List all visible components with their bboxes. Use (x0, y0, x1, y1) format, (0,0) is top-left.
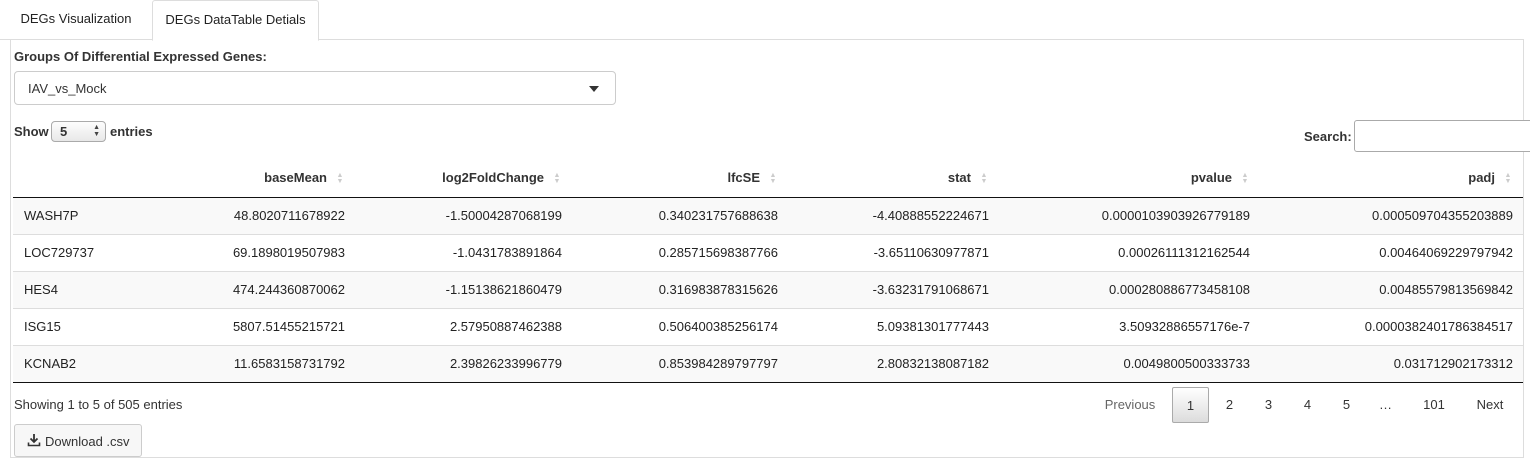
column-header-log2foldchange[interactable]: log2FoldChange ▲ ▼ (355, 159, 572, 198)
cell-padj: 0.00464069229797942 (1260, 233, 1523, 271)
page-ellipsis: … (1379, 397, 1392, 412)
sort-icon: ▲ ▼ (980, 171, 988, 185)
column-header-label: log2FoldChange (442, 170, 544, 186)
cell-lfcse: 0.340231757688638 (572, 197, 788, 234)
column-header-padj[interactable]: padj ▲ ▼ (1260, 159, 1523, 198)
previous-page-button[interactable]: Previous (1093, 387, 1167, 423)
sort-icon: ▲ ▼ (769, 171, 777, 185)
cell-log2foldchange: -1.50004287068199 (355, 197, 572, 234)
group-select[interactable]: IAV_vs_Mock (14, 71, 616, 105)
cell-pvalue: 0.0049800500333733 (999, 344, 1260, 383)
cell-basemean: 474.244360870062 (123, 270, 355, 308)
sort-icon: ▲ ▼ (336, 171, 344, 185)
table-info: Showing 1 to 5 of 505 entries (14, 397, 183, 412)
cell-pvalue: 3.50932886557176e-7 (999, 307, 1260, 345)
cell-gene: KCNAB2 (13, 344, 123, 383)
page-button-101[interactable]: 101 (1414, 387, 1454, 423)
cell-padj: 0.0000382401786384517 (1260, 307, 1523, 345)
pagination: Previous 1 2 3 4 5 … 101 Next (1093, 387, 1523, 423)
deg-table: baseMean ▲ ▼ log2FoldChange ▲ ▼ lfcSE ▲ ▼ stat… (13, 159, 1523, 383)
group-select-value: IAV_vs_Mock (28, 81, 107, 96)
column-header-label: stat (947, 170, 971, 186)
cell-basemean: 69.1898019507983 (123, 233, 355, 271)
group-select-label: Groups Of Differential Expressed Genes: (14, 49, 267, 64)
column-header-gene[interactable] (13, 159, 123, 198)
search-input[interactable] (1354, 120, 1530, 152)
cell-basemean: 48.8020711678922 (123, 197, 355, 234)
length-suffix: entries (110, 124, 153, 139)
tab-bar: DEGs Visualization DEGs DataTable Detial… (0, 0, 1524, 41)
column-header-pvalue[interactable]: pvalue ▲ ▼ (999, 159, 1260, 198)
table-row: HES4 474.244360870062 -1.15138621860479 … (13, 270, 1523, 308)
page-button-5[interactable]: 5 (1328, 387, 1365, 423)
cell-basemean: 5807.51455215721 (123, 307, 355, 345)
column-header-basemean[interactable]: baseMean ▲ ▼ (123, 159, 355, 198)
sort-icon: ▲ ▼ (1241, 171, 1249, 185)
caret-down-icon (589, 86, 599, 92)
cell-log2foldchange: -1.15138621860479 (355, 270, 572, 308)
column-header-label: padj (1468, 170, 1495, 186)
download-csv-label: Download .csv (45, 434, 130, 449)
cell-gene: ISG15 (13, 307, 123, 345)
table-row: LOC729737 69.1898019507983 -1.0431783891… (13, 233, 1523, 271)
cell-padj: 0.00485579813569842 (1260, 270, 1523, 308)
cell-lfcse: 0.285715698387766 (572, 233, 788, 271)
tab-degs-datatable-details[interactable]: DEGs DataTable Detials (152, 0, 319, 41)
page-button-2[interactable]: 2 (1211, 387, 1248, 423)
cell-lfcse: 0.853984289797797 (572, 344, 788, 383)
download-icon (27, 434, 41, 447)
cell-padj: 0.000509704355203889 (1260, 197, 1523, 234)
cell-lfcse: 0.316983878315626 (572, 270, 788, 308)
cell-stat: -4.40888552224671 (788, 197, 999, 234)
sort-icon: ▲ ▼ (553, 171, 561, 185)
cell-gene: HES4 (13, 270, 123, 308)
table-header-row: baseMean ▲ ▼ log2FoldChange ▲ ▼ lfcSE ▲ ▼ stat… (13, 159, 1523, 198)
column-header-stat[interactable]: stat ▲ ▼ (788, 159, 999, 198)
cell-stat: 5.09381301777443 (788, 307, 999, 345)
cell-pvalue: 0.0000103903926779189 (999, 197, 1260, 234)
page-button-1[interactable]: 1 (1172, 387, 1209, 423)
table-row: ISG15 5807.51455215721 2.57950887462388 … (13, 307, 1523, 345)
page-button-4[interactable]: 4 (1289, 387, 1326, 423)
column-header-lfcse[interactable]: lfcSE ▲ ▼ (572, 159, 788, 198)
search-label: Search: (1304, 129, 1352, 144)
page-length-value: 5 (60, 124, 68, 139)
download-csv-button[interactable]: Download .csv (14, 424, 142, 457)
cell-pvalue: 0.000280886773458108 (999, 270, 1260, 308)
page-button-3[interactable]: 3 (1250, 387, 1287, 423)
tab-degs-visualization[interactable]: DEGs Visualization (0, 0, 152, 40)
column-header-label: pvalue (1190, 170, 1232, 186)
cell-lfcse: 0.506400385256174 (572, 307, 788, 345)
table-row: WASH7P 48.8020711678922 -1.5000428706819… (13, 197, 1523, 234)
cell-gene: LOC729737 (13, 233, 123, 271)
cell-stat: 2.80832138087182 (788, 344, 999, 383)
cell-log2foldchange: 2.57950887462388 (355, 307, 572, 345)
length-prefix: Show (14, 124, 49, 139)
cell-log2foldchange: -1.0431783891864 (355, 233, 572, 271)
next-page-button[interactable]: Next (1467, 387, 1513, 423)
cell-gene: WASH7P (13, 197, 123, 234)
sort-icon: ▲ ▼ (1504, 171, 1512, 185)
column-header-label: baseMean (264, 170, 327, 186)
cell-basemean: 11.6583158731792 (123, 344, 355, 383)
column-header-label: lfcSE (727, 170, 760, 186)
cell-log2foldchange: 2.39826233996779 (355, 344, 572, 383)
cell-stat: -3.63231791068671 (788, 270, 999, 308)
table-row: KCNAB2 11.6583158731792 2.39826233996779… (13, 344, 1523, 383)
updown-arrows-icon: ▲ ▼ (93, 124, 100, 138)
page-length-select[interactable]: 5 ▲ ▼ (51, 121, 106, 142)
cell-stat: -3.65110630977871 (788, 233, 999, 271)
cell-padj: 0.031712902173312 (1260, 344, 1523, 383)
cell-pvalue: 0.00026111312162544 (999, 233, 1260, 271)
